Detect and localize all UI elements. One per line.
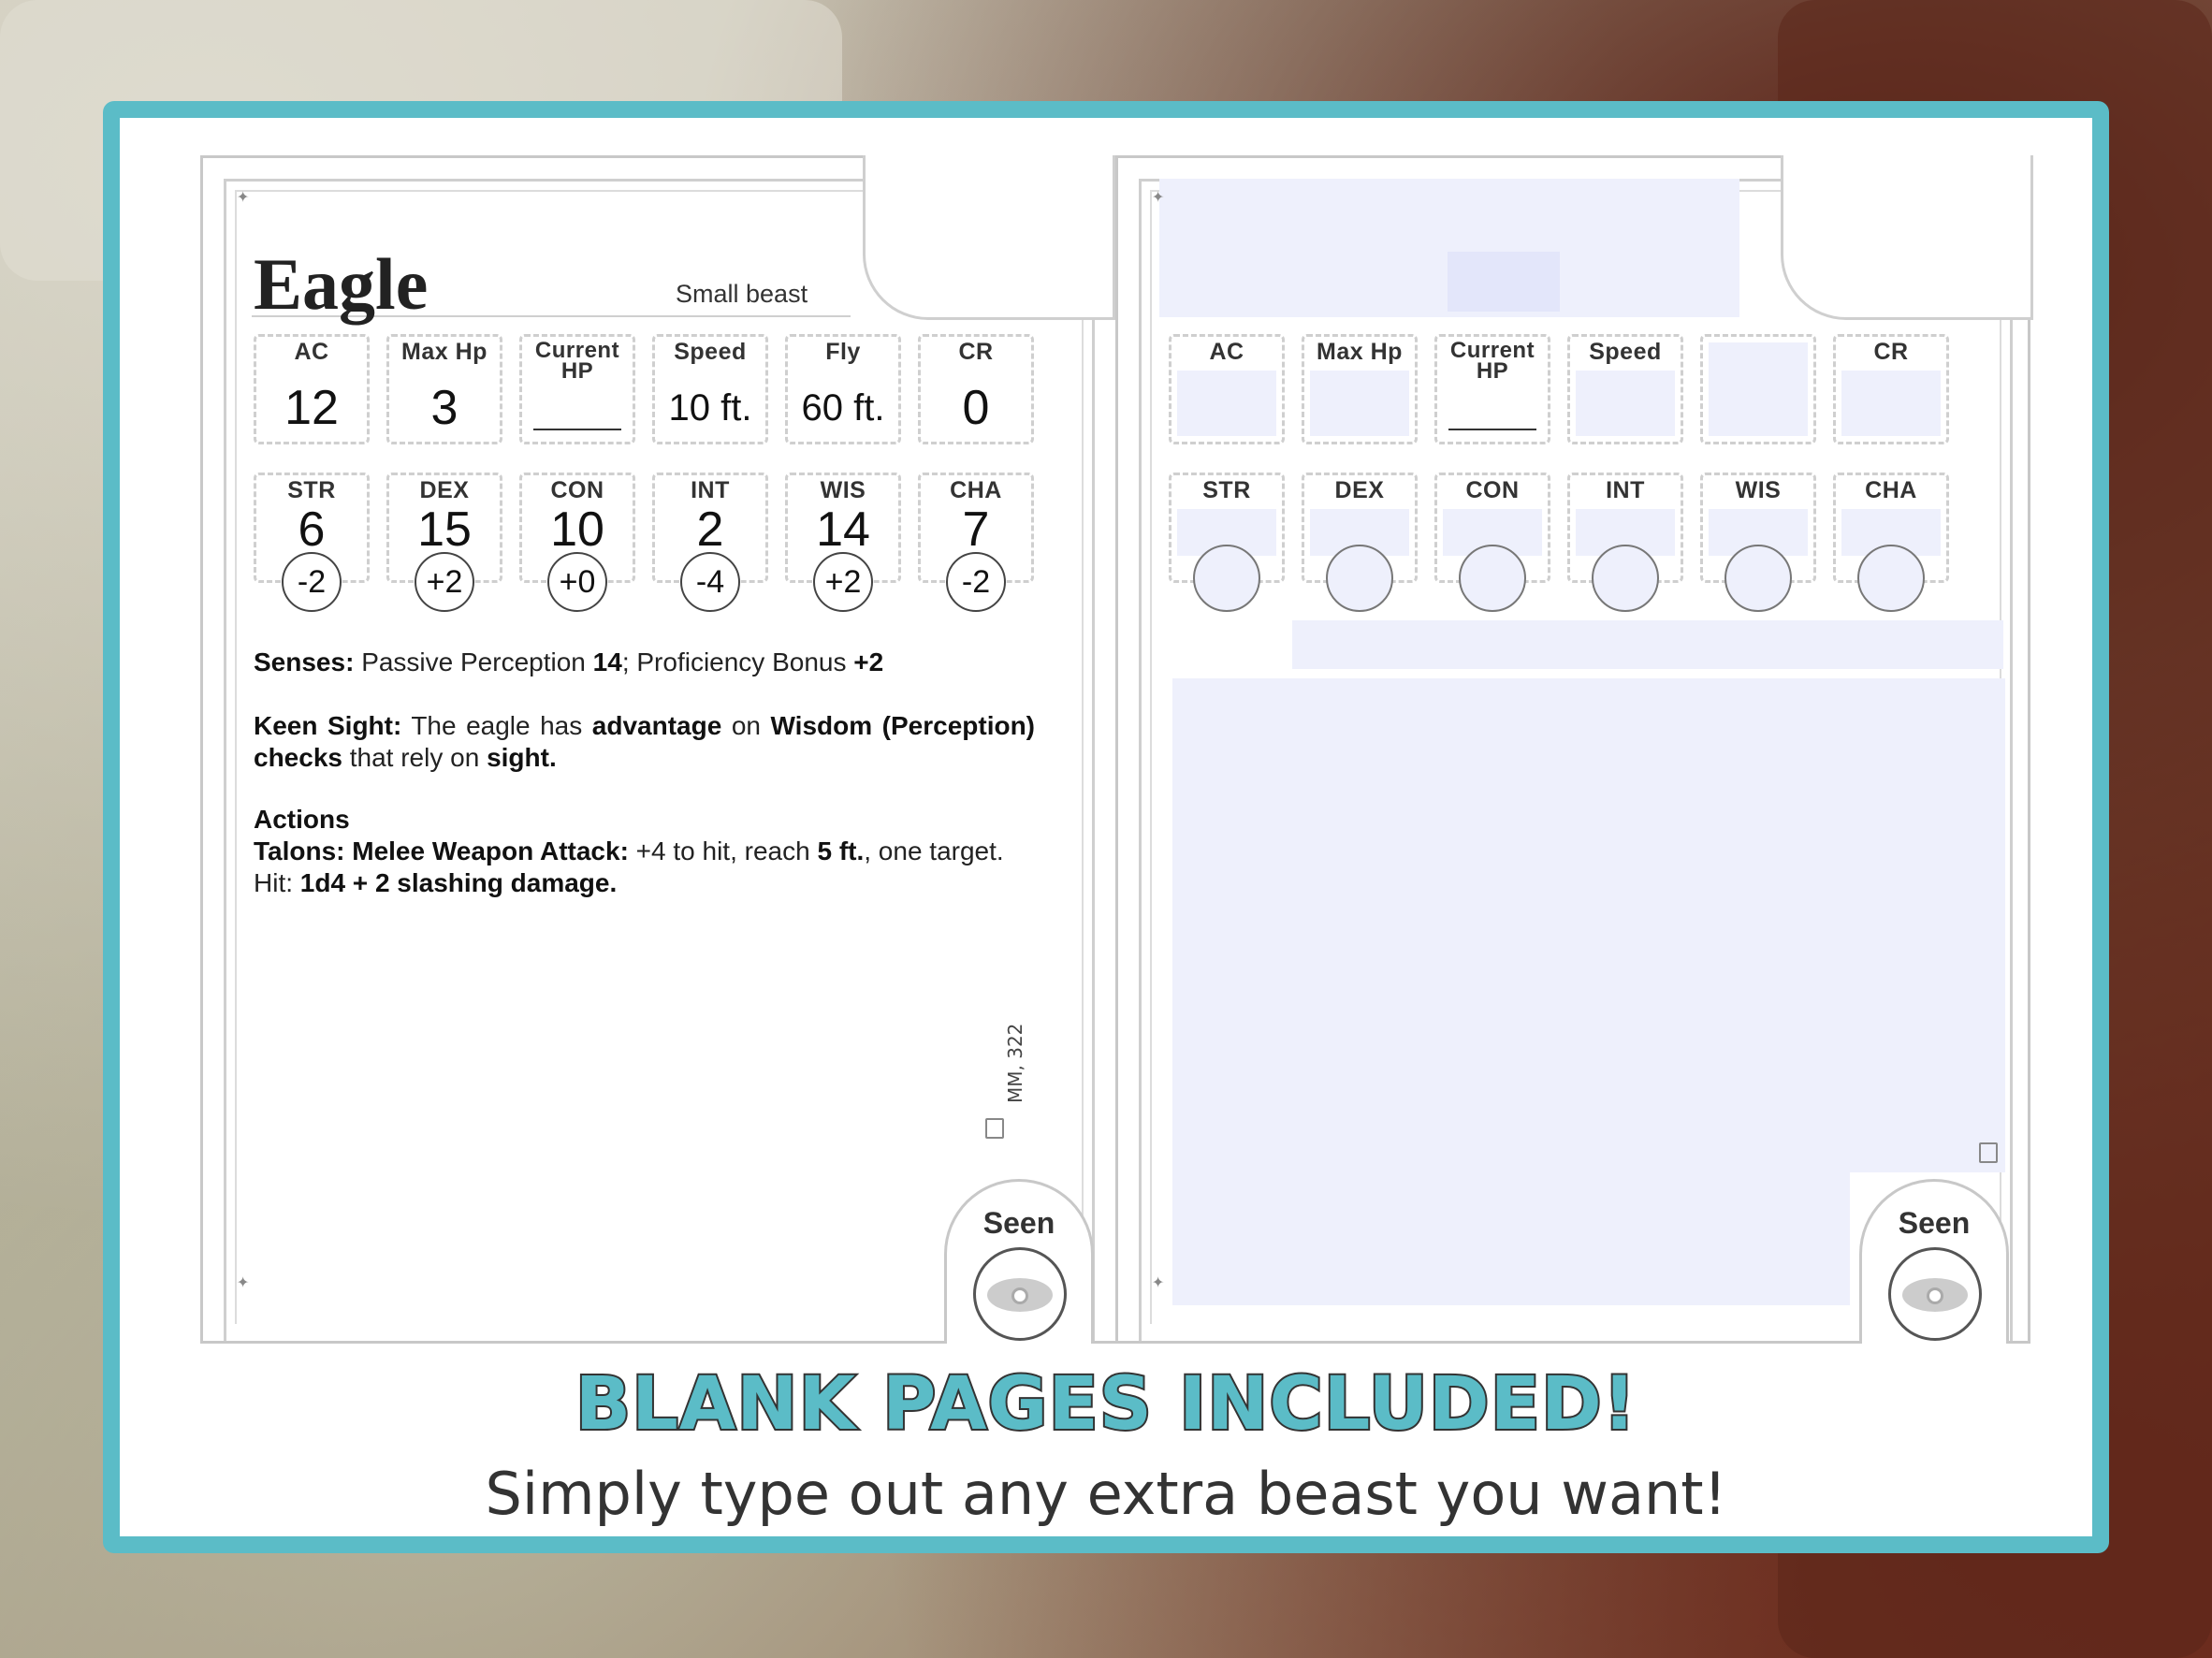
blank-stat-custom[interactable]: [1700, 334, 1816, 444]
blank-stat-ac[interactable]: AC: [1169, 334, 1285, 444]
blank-ability-wis[interactable]: WIS: [1700, 473, 1816, 612]
stat-max-hp: Max Hp 3: [386, 334, 502, 444]
senses-line: Senses: Passive Perception 14; Proficien…: [254, 647, 884, 676]
current-hp-input[interactable]: [533, 429, 621, 430]
book-icon: [1979, 1142, 1998, 1163]
blank-ability-con[interactable]: CON: [1434, 473, 1550, 612]
blank-modifier[interactable]: [1193, 545, 1260, 612]
ability-modifier: -2: [282, 552, 342, 612]
actions-heading: Actions: [254, 805, 350, 834]
stat-ac: AC 12: [254, 334, 370, 444]
blank-modifier[interactable]: [1459, 545, 1526, 612]
blank-stat-speed[interactable]: Speed: [1567, 334, 1683, 444]
corner-star-icon: ✦: [237, 184, 250, 208]
card-spread: ✦ ✦ Eagle Small beast AC 12 Max Hp 3 Cur…: [200, 155, 2033, 1344]
ability-row: STR 6 -2 DEX 15 +2 CON 10 +0 INT 2 -4 WI…: [254, 473, 1034, 612]
ability-modifier: +0: [547, 552, 607, 612]
corner-star-icon: ✦: [237, 1270, 250, 1293]
portrait-box: [863, 155, 1115, 320]
trait-keen-sight: Keen Sight: The eagle has advantage on W…: [254, 711, 1036, 772]
blank-modifier[interactable]: [1724, 545, 1792, 612]
corner-star-icon: ✦: [1152, 184, 1165, 208]
eagle-card-page: ✦ ✦ Eagle Small beast AC 12 Max Hp 3 Cur…: [203, 155, 1118, 1344]
description-field[interactable]: [1172, 678, 2005, 1172]
blank-ability-str[interactable]: STR: [1169, 473, 1285, 612]
book-icon: [985, 1118, 1004, 1139]
creature-type: Small beast: [676, 280, 808, 308]
eye-icon[interactable]: [1888, 1247, 1982, 1341]
stat-cr: CR 0: [918, 334, 1034, 444]
description-field-lower[interactable]: [1172, 1172, 1850, 1305]
blank-stat-max-hp[interactable]: Max Hp: [1302, 334, 1418, 444]
blank-modifier[interactable]: [1857, 545, 1925, 612]
ability-dex: DEX 15 +2: [386, 473, 502, 612]
corner-star-icon: ✦: [1152, 1270, 1165, 1293]
type-field[interactable]: [1448, 252, 1560, 312]
blank-stat-cr[interactable]: CR: [1833, 334, 1949, 444]
ability-int: INT 2 -4: [652, 473, 768, 612]
ability-cha: CHA 7 -2: [918, 473, 1034, 612]
blank-modifier[interactable]: [1326, 545, 1393, 612]
blank-stat-current-hp[interactable]: Current HP: [1434, 334, 1550, 444]
seen-tab[interactable]: Seen: [944, 1179, 1094, 1344]
stat-current-hp[interactable]: Current HP: [519, 334, 635, 444]
eye-icon[interactable]: [973, 1247, 1067, 1341]
blank-ability-dex[interactable]: DEX: [1302, 473, 1418, 612]
stat-row: AC 12 Max Hp 3 Current HP Speed 10 ft. F…: [254, 334, 1034, 444]
senses-field[interactable]: [1292, 620, 2003, 669]
product-panel: ✦ ✦ Eagle Small beast AC 12 Max Hp 3 Cur…: [120, 118, 2092, 1536]
banner-tagline: Simply type out any extra beast you want…: [485, 1460, 1727, 1528]
stat-fly: Fly 60 ft.: [785, 334, 901, 444]
ability-wis: WIS 14 +2: [785, 473, 901, 612]
blank-ability-int[interactable]: INT: [1567, 473, 1683, 612]
portrait-box: [1781, 155, 2033, 320]
blank-ability-row: STR DEX CON INT WIS CHA: [1169, 473, 1949, 612]
blank-stat-row: AC Max Hp Current HP Speed CR: [1169, 334, 1949, 444]
ability-modifier: +2: [415, 552, 474, 612]
seen-tab[interactable]: Seen: [1859, 1179, 2009, 1344]
product-frame: ✦ ✦ Eagle Small beast AC 12 Max Hp 3 Cur…: [103, 101, 2109, 1553]
blank-ability-cha[interactable]: CHA: [1833, 473, 1949, 612]
blank-card-page: ✦ ✦ AC Max Hp Current HP Speed CR STR DE…: [1118, 155, 2033, 1344]
action-talons: Talons: Melee Weapon Attack: +4 to hit, …: [254, 836, 1004, 897]
banner-headline: BLANK PAGES INCLUDED!: [574, 1360, 1638, 1448]
ability-con: CON 10 +0: [519, 473, 635, 612]
blank-modifier[interactable]: [1592, 545, 1659, 612]
ability-modifier: +2: [813, 552, 873, 612]
stat-speed: Speed 10 ft.: [652, 334, 768, 444]
ability-str: STR 6 -2: [254, 473, 370, 612]
ability-modifier: -2: [946, 552, 1006, 612]
creature-name: Eagle: [254, 243, 429, 325]
source-reference: MM, 322: [1004, 1023, 1026, 1103]
ability-modifier: -4: [680, 552, 740, 612]
